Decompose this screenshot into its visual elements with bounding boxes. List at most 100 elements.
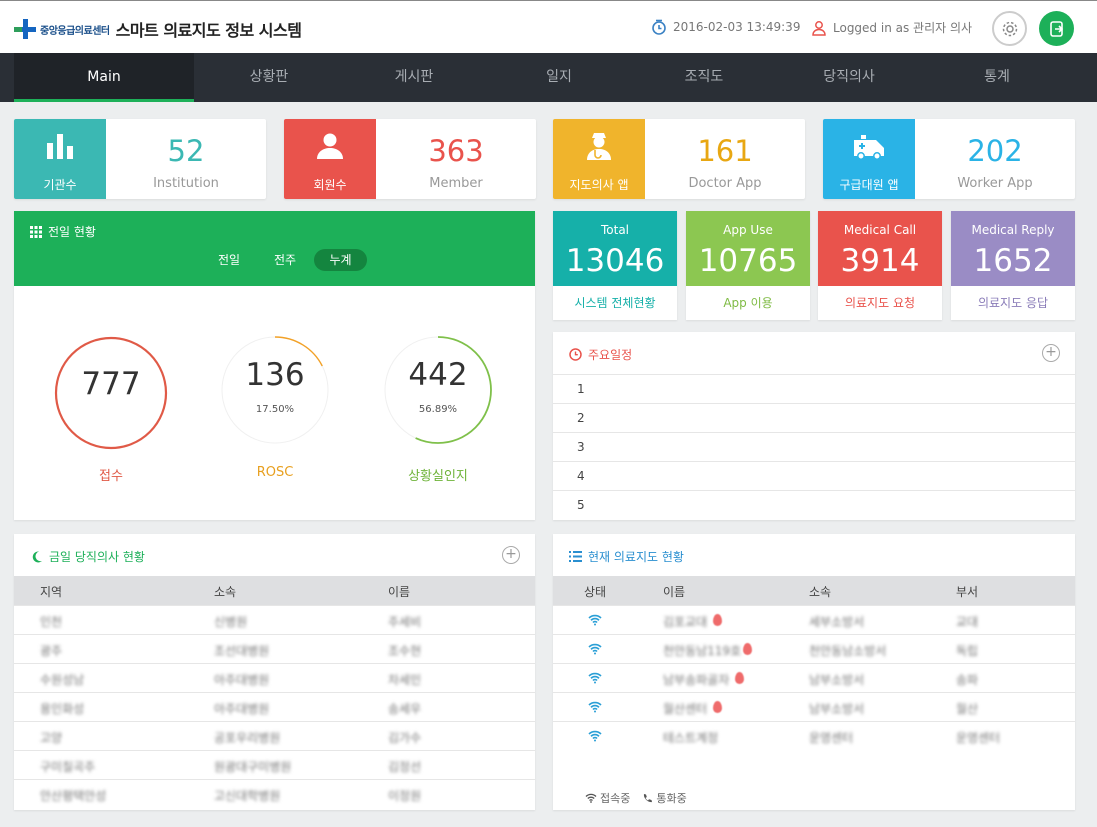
add-duty-button[interactable]: + xyxy=(502,546,520,564)
table-cell: 남부송파골자 xyxy=(663,673,730,687)
table-cell: 월산 xyxy=(956,702,979,716)
column-header: 지역 xyxy=(40,585,63,599)
gear-icon xyxy=(1002,21,1017,36)
legend-on-call: 통화중 xyxy=(656,792,687,805)
tab-prev-week[interactable]: 전주 xyxy=(263,249,307,271)
table-cell: 송세우 xyxy=(388,702,422,716)
table-row[interactable]: 테스트계정 운영센터 운영센터 xyxy=(553,721,1075,750)
ambulance-icon xyxy=(854,135,884,160)
table-row[interactable]: 안산평택안성 고신대학병원 이정원 xyxy=(14,779,535,808)
nav-journal[interactable]: 일지 xyxy=(484,53,634,102)
metric-value: 13046 xyxy=(565,243,665,279)
column-header: 이름 xyxy=(388,585,411,599)
table-cell: 김포교대 xyxy=(663,615,708,629)
logo[interactable]: 중앙응급의료센터 스마트 의료지도 정보 시스템 xyxy=(14,17,302,41)
stat-icon-box: 회원수 xyxy=(284,119,376,199)
cross-logo-icon xyxy=(14,19,36,39)
metric-medical-reply[interactable]: Medical Reply 1652 의료지도 응답 xyxy=(951,211,1075,320)
table-row[interactable]: 수원성남 아주대병원 차세민 xyxy=(14,663,535,692)
nav-situation-board[interactable]: 상황판 xyxy=(194,53,344,102)
nav-statistics[interactable]: 통계 xyxy=(924,53,1070,102)
table-cell: 고양 xyxy=(40,731,63,745)
daily-status-header: 전일 현황 전일 전주 누계 xyxy=(14,211,535,286)
person-icon xyxy=(317,133,343,159)
table-row[interactable]: 인천 신병원 주세비 xyxy=(14,605,535,634)
nav-org-chart[interactable]: 조직도 xyxy=(634,53,774,102)
schedule-index: 3 xyxy=(577,440,585,454)
table-row[interactable]: 남부송파골자 남부소방서 송파 xyxy=(553,663,1075,692)
stat-worker-app[interactable]: 구급대원 앱 202 Worker App xyxy=(823,119,1075,199)
nav-bulletin[interactable]: 게시판 xyxy=(344,53,484,102)
list-item[interactable]: 4 xyxy=(553,461,1075,490)
column-header: 상태 xyxy=(584,585,607,599)
add-schedule-button[interactable]: + xyxy=(1042,344,1060,362)
metric-medical-call[interactable]: Medical Call 3914 의료지도 요청 xyxy=(818,211,942,320)
wifi-icon xyxy=(588,672,602,684)
stat-member[interactable]: 회원수 363 Member xyxy=(284,119,536,199)
gauge-label-rosc: ROSC xyxy=(256,465,294,480)
nav-duty-doctor[interactable]: 당직의사 xyxy=(774,53,924,102)
location-pin-icon xyxy=(743,643,752,655)
user-info: Logged in as 관리자 의사 xyxy=(811,19,972,36)
table-cell: 인천 xyxy=(40,615,63,629)
settings-button[interactable] xyxy=(992,11,1027,46)
top-header: 중앙응급의료센터 스마트 의료지도 정보 시스템 2016-02-03 13:4… xyxy=(0,0,1097,53)
duty-title: 금일 당직의사 현황 xyxy=(30,548,145,565)
stat-icon-box: 기관수 xyxy=(14,119,106,199)
gauge-charts xyxy=(54,336,492,450)
table-row[interactable]: 고양 공포우리병원 김가수 xyxy=(14,721,535,750)
table-cell: 아주대병원 xyxy=(214,702,270,716)
table-cell: 교대 xyxy=(956,615,979,629)
list-item[interactable]: 1 xyxy=(553,374,1075,403)
app-title: 스마트 의료지도 정보 시스템 xyxy=(115,21,302,40)
table-cell: 주세비 xyxy=(388,615,422,629)
stat-doctor-app[interactable]: 지도의사 앱 161 Doctor App xyxy=(553,119,805,199)
metric-total[interactable]: Total 13046 시스템 전체현황 xyxy=(553,211,677,320)
list-item[interactable]: 5 xyxy=(553,490,1075,519)
table-cell: 월산센터 xyxy=(663,702,708,716)
table-cell: 송파 xyxy=(956,673,979,687)
metric-header: Medical Call 3914 xyxy=(818,211,942,286)
table-row[interactable]: 월산센터 남부소방서 월산 xyxy=(553,692,1075,721)
user-icon xyxy=(812,20,826,36)
stat-value: 202 xyxy=(967,134,1023,168)
duty-doctor-panel: 금일 당직의사 현황 + 지역 소속 이름 인천 신병원 주세비 광주 조선대병원 조수현… xyxy=(14,534,535,810)
table-cell: 차세민 xyxy=(388,673,422,687)
table-cell: 광주 xyxy=(40,644,63,658)
stat-subtitle: Worker App xyxy=(957,176,1033,191)
stat-institution[interactable]: 기관수 52 Institution xyxy=(14,119,266,199)
logout-button[interactable] xyxy=(1039,11,1074,46)
table-row[interactable]: 천안동남119호 천안동남소방서 독립 xyxy=(553,634,1075,663)
tab-cumulative[interactable]: 누계 xyxy=(314,249,367,271)
table-row[interactable]: 용인화성 아주대병원 송세우 xyxy=(14,692,535,721)
daily-status-panel: 전일 현황 전일 전주 누계 777 접수 136 17.50% ROSC 44… xyxy=(14,211,535,520)
table-row[interactable]: 광주 조선대병원 조수현 xyxy=(14,634,535,663)
table-cell: 남부소방서 xyxy=(809,673,865,687)
table-row[interactable]: 구미칠곡주 원광대구미병원 김정선 xyxy=(14,750,535,779)
list-item[interactable]: 2 xyxy=(553,403,1075,432)
guidance-panel: 현재 의료지도 현황 상태 이름 소속 부서 접속중 통화중 김포교대 세부소방서… xyxy=(553,534,1075,810)
stat-subtitle: Doctor App xyxy=(688,176,762,191)
stat-subtitle: Member xyxy=(429,176,483,191)
wifi-icon xyxy=(588,643,602,655)
metric-app-use[interactable]: App Use 10765 App 이용 xyxy=(686,211,810,320)
metric-title: Medical Reply xyxy=(971,223,1055,237)
location-pin-icon xyxy=(713,614,722,626)
table-cell: 수원성남 xyxy=(40,673,85,687)
org-name: 중앙응급의료센터 xyxy=(40,25,110,37)
column-header: 소속 xyxy=(809,585,832,599)
stat-label: 기관수 xyxy=(43,178,77,192)
schedule-index: 4 xyxy=(577,469,585,483)
tab-prev-day[interactable]: 전일 xyxy=(207,249,251,271)
doctor-icon xyxy=(587,133,611,160)
table-row[interactable]: 김포교대 세부소방서 교대 xyxy=(553,605,1075,634)
column-header: 소속 xyxy=(214,585,237,599)
table-cell: 천안동남119호 xyxy=(663,644,742,658)
list-item[interactable]: 3 xyxy=(553,432,1075,461)
stat-label: 지도의사 앱 xyxy=(569,178,629,192)
list-icon xyxy=(569,551,582,562)
nav-main[interactable]: Main xyxy=(14,53,194,102)
column-header: 이름 xyxy=(663,585,686,599)
table-cell: 원광대구미병원 xyxy=(214,760,292,774)
daily-status-title: 전일 현황 xyxy=(30,223,96,240)
